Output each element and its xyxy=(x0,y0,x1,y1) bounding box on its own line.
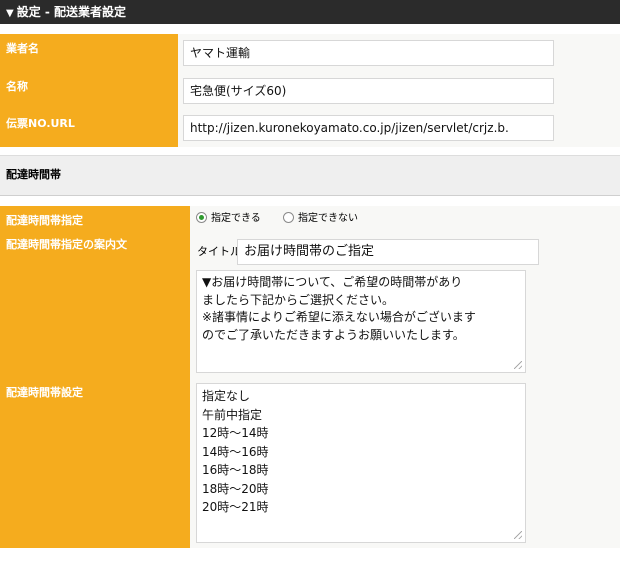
guide-line: ましたら下記からご選択ください。 xyxy=(202,292,395,307)
guide-line: ※諸事情によりご希望に添えない場合がございます xyxy=(202,310,476,324)
page-title: 設定 - 配送業者設定 xyxy=(16,5,127,19)
row-carrier: 業者名 ヤマト運輸 xyxy=(0,34,620,72)
name-input[interactable]: 宅急便(サイズ60) xyxy=(183,78,554,104)
radio-option-allowed[interactable]: 指定できる xyxy=(196,212,261,226)
row-name: 名称 宅急便(サイズ60) xyxy=(0,72,620,109)
guide-textarea[interactable]: ▼お届け時間帯について、ご希望の時間帯があり ましたら下記からご選択ください。 … xyxy=(196,270,526,373)
time-slot-item: 16時～18時 xyxy=(202,463,269,477)
row-time-slots: 配達時間帯設定 指定なし 午前中指定 12時～14時 14時～16時 16時～1… xyxy=(0,378,620,548)
name-label: 名称 xyxy=(0,72,178,109)
radio-option-not-allowed-label: 指定できない xyxy=(298,213,358,224)
tracking-url-input[interactable]: http://jizen.kuronekoyamato.co.jp/jizen/… xyxy=(183,115,554,141)
row-guide-text: 配達時間帯指定の案内文 タイトル お届け時間帯のご指定 ▼お届け時間帯について、… xyxy=(0,230,620,378)
row-time-designation: 配達時間帯指定 指定できる 指定できない xyxy=(0,206,620,230)
time-slots-textarea[interactable]: 指定なし 午前中指定 12時～14時 14時～16時 16時～18時 18時～2… xyxy=(196,383,526,543)
resize-grip-icon[interactable] xyxy=(514,531,522,539)
carrier-input[interactable]: ヤマト運輸 xyxy=(183,40,554,66)
row-tracking-url: 伝票NO.URL http://jizen.kuronekoyamato.co.… xyxy=(0,109,620,147)
time-slot-item: 指定なし xyxy=(202,389,251,403)
guide-title-input[interactable]: お届け時間帯のご指定 xyxy=(237,239,539,265)
radio-option-not-allowed[interactable]: 指定できない xyxy=(283,212,358,226)
guide-line: のでご了承いただきますようお願いいたします。 xyxy=(202,327,465,342)
radio-checked-icon[interactable] xyxy=(196,212,207,223)
time-slot-item: 14時～16時 xyxy=(202,444,269,459)
resize-grip-icon[interactable] xyxy=(514,361,522,369)
guide-text-label: 配達時間帯指定の案内文 xyxy=(0,230,190,378)
guide-line: ▼お届け時間帯について、ご希望の時間帯があり xyxy=(202,275,463,289)
page-header: ▼ 設定 - 配送業者設定 xyxy=(0,0,620,24)
time-slot-item: 20時～21時 xyxy=(202,500,269,514)
time-slot-item: 12時～14時 xyxy=(202,426,269,440)
carrier-label: 業者名 xyxy=(0,34,178,72)
triangle-down-icon: ▼ xyxy=(6,8,14,19)
tracking-url-label: 伝票NO.URL xyxy=(0,109,178,147)
time-designation-label: 配達時間帯指定 xyxy=(0,206,190,230)
radio-unchecked-icon[interactable] xyxy=(283,212,294,223)
time-slot-item: 午前中指定 xyxy=(202,407,263,422)
section-delivery-time: 配達時間帯 xyxy=(0,155,620,196)
time-slots-label: 配達時間帯設定 xyxy=(0,378,190,548)
guide-title-label: タイトル xyxy=(197,245,241,258)
time-slot-item: 18時～20時 xyxy=(202,481,269,496)
radio-option-allowed-label: 指定できる xyxy=(211,213,261,224)
